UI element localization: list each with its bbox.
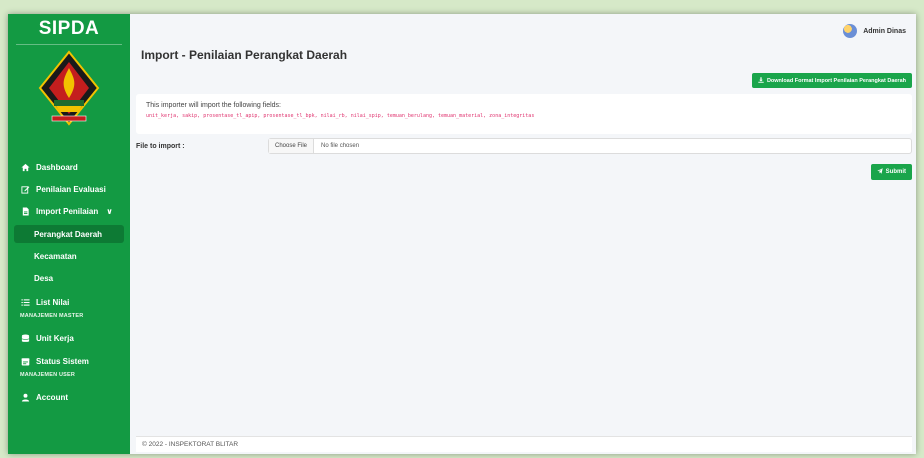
submit-label: Submit bbox=[885, 169, 906, 175]
file-input[interactable]: Choose File No file chosen bbox=[268, 138, 912, 154]
sidebar-item-perangkat-daerah[interactable]: Perangkat Daerah bbox=[14, 225, 124, 243]
file-status-text: No file chosen bbox=[321, 143, 360, 149]
paper-plane-icon bbox=[876, 168, 883, 176]
sidebar-item-label: Desa bbox=[34, 273, 54, 283]
sidebar-item-desa[interactable]: Desa bbox=[14, 269, 124, 287]
sidebar-item-label: Penilaian Evaluasi bbox=[36, 184, 106, 194]
user-icon bbox=[20, 392, 30, 402]
app-window: SIPDA Dashboard Penilaian Evaluasi Impor… bbox=[8, 14, 916, 454]
sidebar-item-dashboard[interactable]: Dashboard bbox=[14, 158, 124, 176]
page-title: Import - Penilaian Perangkat Daerah bbox=[141, 48, 348, 62]
brand-divider bbox=[16, 44, 122, 45]
choose-file-button[interactable]: Choose File bbox=[269, 139, 315, 153]
brand-logo-text[interactable]: SIPDA bbox=[8, 18, 130, 40]
edit-icon bbox=[20, 184, 30, 194]
sidebar-item-account[interactable]: Account bbox=[14, 388, 124, 406]
download-icon bbox=[758, 76, 764, 85]
user-menu[interactable]: Admin Dinas bbox=[843, 24, 906, 38]
chevron-down-icon: ∨ bbox=[106, 206, 113, 216]
section-header-master: MANAJEMEN MASTER bbox=[20, 313, 84, 319]
regency-emblem-icon bbox=[38, 50, 100, 126]
main-content: Admin Dinas Import - Penilaian Perangkat… bbox=[130, 14, 916, 454]
sidebar-item-status-sistem[interactable]: Status Sistem bbox=[14, 352, 124, 370]
download-format-label: Download Format Import Penilaian Perangk… bbox=[766, 77, 906, 84]
database-icon bbox=[20, 333, 30, 343]
importer-info-text: This importer will import the following … bbox=[146, 102, 281, 109]
importer-fields-list: unit_kerja, sakip, prosentase_tl_apip, p… bbox=[146, 113, 535, 119]
file-import-label: File to import : bbox=[136, 143, 185, 150]
sidebar-item-label: Kecamatan bbox=[34, 251, 77, 261]
sidebar-item-label: List Nilai bbox=[36, 297, 70, 307]
sidebar-item-import-penilaian[interactable]: Import Penilaian ∨ bbox=[14, 202, 124, 220]
sidebar: SIPDA Dashboard Penilaian Evaluasi Impor… bbox=[8, 14, 130, 454]
sidebar-item-label: Import Penilaian bbox=[36, 206, 99, 216]
home-icon bbox=[20, 162, 30, 172]
file-import-icon bbox=[20, 206, 30, 216]
sidebar-item-label: Perangkat Daerah bbox=[34, 229, 103, 239]
list-icon bbox=[20, 297, 30, 307]
sidebar-item-label: Unit Kerja bbox=[36, 333, 74, 343]
importer-info-box: This importer will import the following … bbox=[136, 94, 912, 134]
sidebar-item-unit-kerja[interactable]: Unit Kerja bbox=[14, 329, 124, 347]
footer: © 2022 - INSPEKTORAT BLITAR bbox=[136, 436, 912, 452]
sidebar-item-label: Status Sistem bbox=[36, 356, 89, 366]
sidebar-item-label: Account bbox=[36, 392, 68, 402]
submit-button[interactable]: Submit bbox=[870, 164, 912, 180]
calendar-icon bbox=[20, 356, 30, 366]
download-format-button[interactable]: Download Format Import Penilaian Perangk… bbox=[751, 73, 912, 88]
sidebar-item-label: Dashboard bbox=[36, 162, 78, 172]
avatar bbox=[843, 24, 858, 38]
user-name: Admin Dinas bbox=[863, 27, 906, 35]
sidebar-item-penilaian-evaluasi[interactable]: Penilaian Evaluasi bbox=[14, 180, 124, 198]
sidebar-item-kecamatan[interactable]: Kecamatan bbox=[14, 247, 124, 265]
sidebar-item-list-nilai[interactable]: List Nilai bbox=[14, 293, 124, 311]
section-header-user: MANAJEMEN USER bbox=[20, 372, 76, 378]
footer-text: © 2022 - INSPEKTORAT BLITAR bbox=[142, 441, 239, 448]
